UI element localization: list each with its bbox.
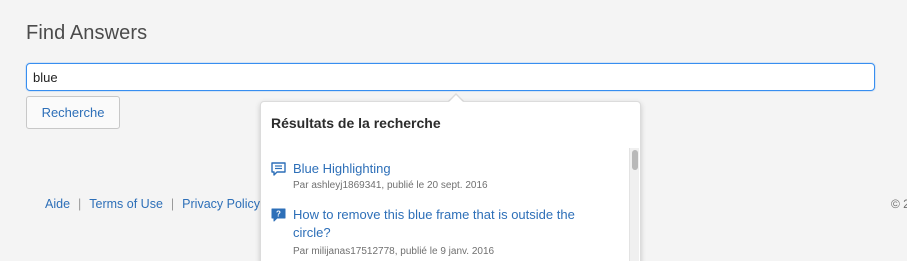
search-button[interactable]: Recherche xyxy=(26,96,120,129)
question-icon: ? xyxy=(271,208,286,222)
result-meta: Par ashleyj1869341, publié le 20 sept. 2… xyxy=(293,180,488,191)
footer-separator: | xyxy=(78,197,82,211)
copyright-text: © 2 xyxy=(891,197,907,211)
dropdown-heading: Résultats de la recherche xyxy=(271,115,441,131)
svg-text:?: ? xyxy=(276,210,281,219)
page-title: Find Answers xyxy=(26,22,148,44)
page: Find Answers Recherche Aide | Terms of Use… xyxy=(0,0,907,261)
scrollbar-thumb[interactable] xyxy=(632,150,638,170)
dropdown-scrollbar[interactable] xyxy=(629,148,639,261)
result-meta: Par milijanas17512778, publié le 9 janv.… xyxy=(293,246,495,257)
search-input[interactable] xyxy=(26,63,875,91)
search-results-dropdown: Résultats de la recherche Blue Highlight… xyxy=(260,101,641,261)
discussion-icon xyxy=(271,162,286,176)
footer-separator: | xyxy=(170,197,175,211)
dropdown-caret-inner xyxy=(448,95,464,103)
footer-link-terms[interactable]: Terms of Use xyxy=(89,197,163,211)
result-title-link[interactable]: Blue Highlighting xyxy=(293,160,613,178)
footer-links: Aide | Terms of Use | Privacy Policy and xyxy=(45,197,284,211)
result-title-link[interactable]: How to remove this blue frame that is ou… xyxy=(293,206,613,242)
footer-link-help[interactable]: Aide xyxy=(45,197,70,211)
